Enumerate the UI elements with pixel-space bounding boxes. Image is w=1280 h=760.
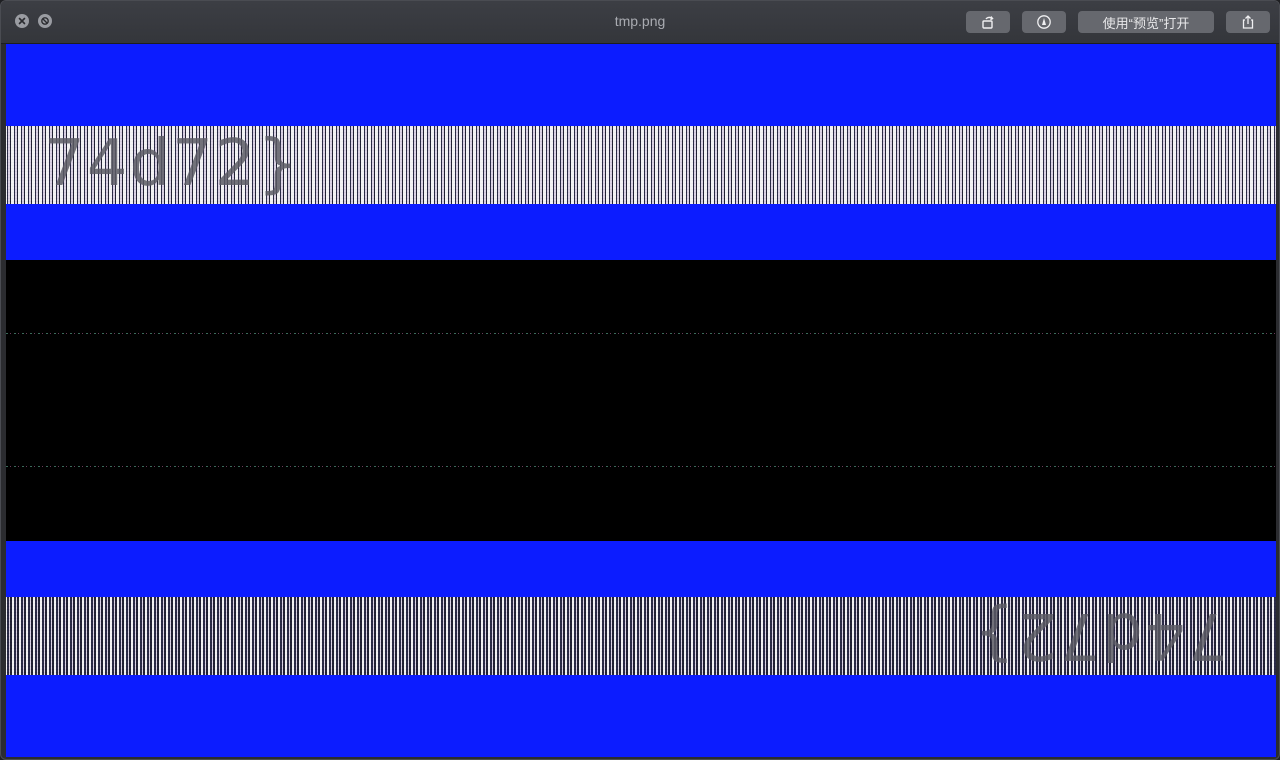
rotate-button[interactable] [966, 11, 1010, 33]
open-with-preview-button[interactable]: 使用“预览”打开 [1078, 11, 1214, 33]
rotate-icon [982, 16, 994, 29]
close-button[interactable] [15, 14, 29, 28]
dotted-line-upper [6, 333, 1276, 334]
markup-button[interactable] [1022, 11, 1066, 33]
noise-band-top-text: 74d72} [44, 127, 301, 201]
black-band [6, 260, 1276, 541]
blue-band-bottom [6, 675, 1276, 757]
dotted-line-lower [6, 466, 1276, 467]
no-entry-icon [41, 17, 49, 25]
blue-band-middle-lower [6, 541, 1276, 597]
quicklook-window: tmp.png 使用“预览”打开 74d72} 74d72} [0, 0, 1280, 760]
noise-band-bottom-text: 74d72} [971, 598, 1228, 672]
image-preview: 74d72} 74d72} [6, 44, 1276, 757]
noise-band-top: 74d72} [6, 126, 1276, 204]
noise-band-bottom: 74d72} [6, 597, 1276, 675]
share-button[interactable] [1226, 11, 1270, 33]
title-bar[interactable]: tmp.png 使用“预览”打开 [1, 1, 1279, 44]
share-icon [1242, 15, 1254, 29]
close-icon [18, 17, 26, 25]
blue-band-top [6, 44, 1276, 126]
blue-band-middle-upper [6, 204, 1276, 260]
fullscreen-disabled-button[interactable] [38, 14, 52, 28]
markup-pen-icon [1037, 15, 1051, 29]
